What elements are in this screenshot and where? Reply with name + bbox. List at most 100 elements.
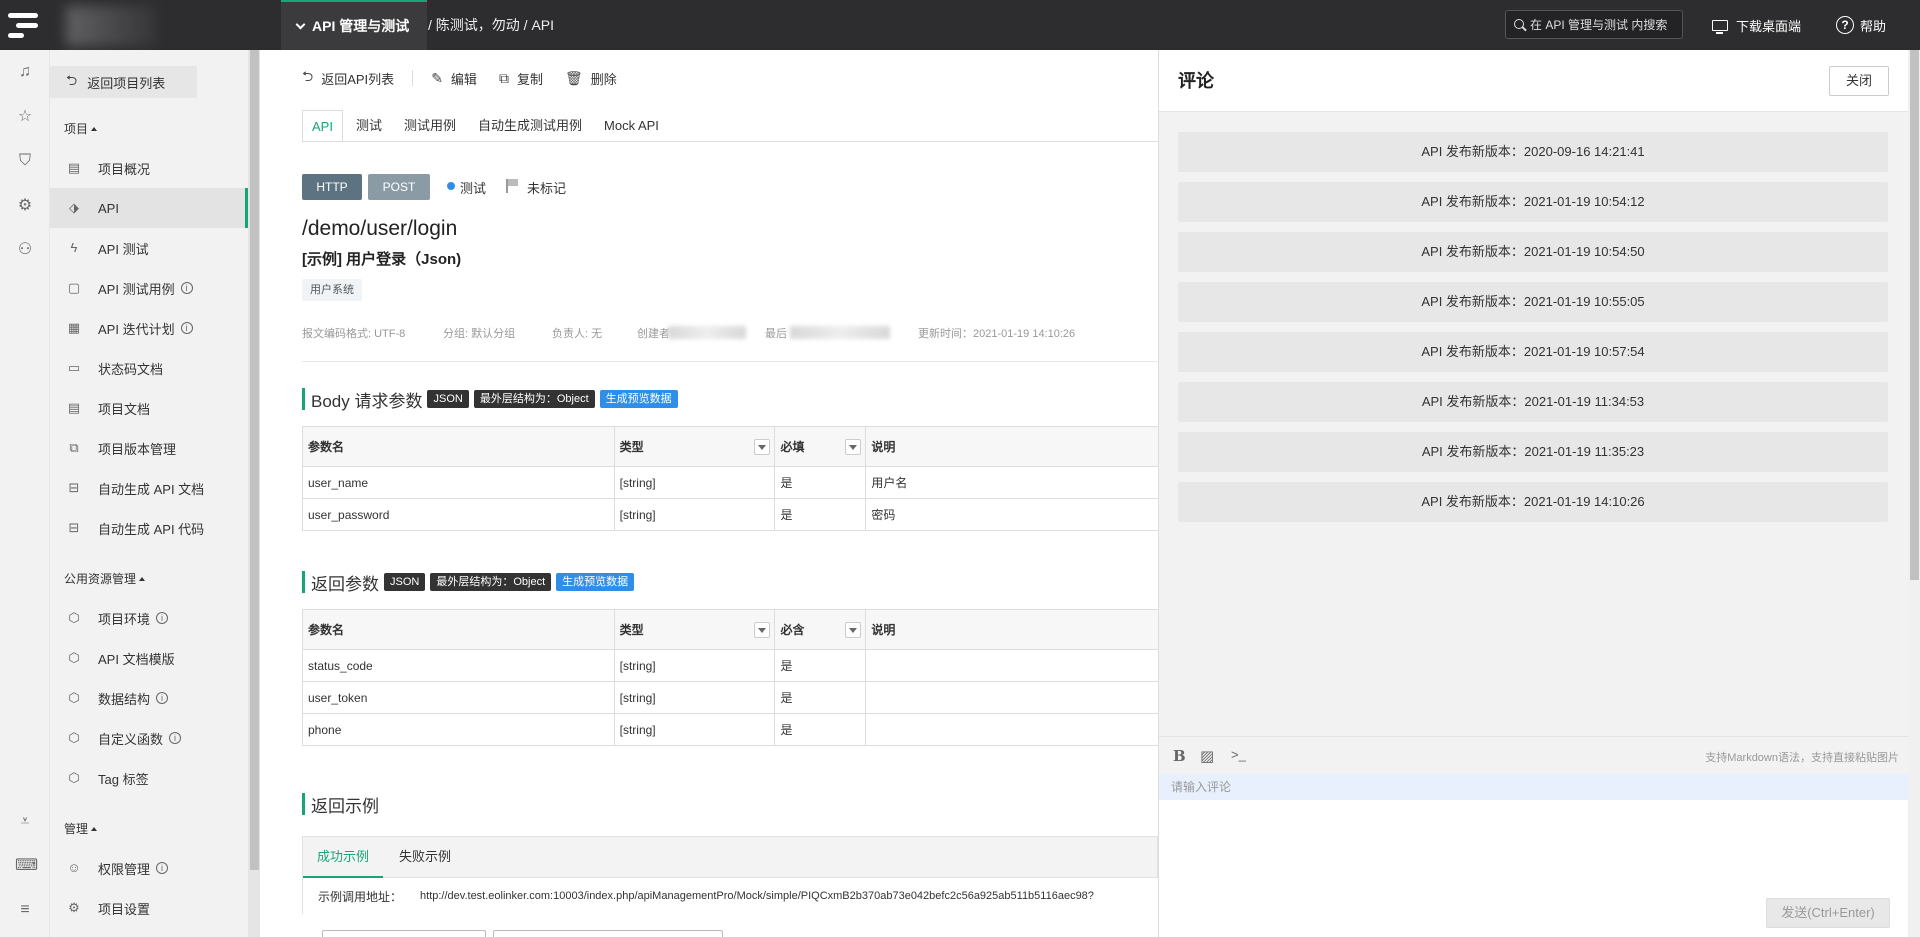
comment-input[interactable] <box>1159 774 1909 800</box>
status-dot-icon <box>447 182 455 190</box>
send-button[interactable]: 发送(Ctrl+Enter) <box>1766 898 1890 928</box>
column-header: 类型 <box>615 610 776 649</box>
tag-icon: ⬗ <box>69 200 79 215</box>
section-project-title[interactable]: 项目 <box>64 120 98 137</box>
pencil-icon: ✎ <box>431 69 443 86</box>
module-label: API 管理与测试 <box>312 18 410 34</box>
monitor-icon <box>1712 19 1728 34</box>
calendar-icon: ▦ <box>67 320 81 335</box>
sidebar-item-iteration[interactable]: ▦ API 迭代计划 i <box>50 308 248 348</box>
keyboard-icon[interactable]: ⌨ <box>15 856 38 876</box>
add-user-icon[interactable]: ⚇ <box>15 240 35 260</box>
cube-icon: ⬡ <box>68 770 80 785</box>
help-label: 帮助 <box>1860 18 1887 34</box>
sidebar-item-status-codes[interactable]: ▭ 状态码文档 <box>50 348 248 388</box>
copy-icon: ⧉ <box>498 69 509 86</box>
filter-dropdown-icon[interactable] <box>845 439 862 455</box>
scrollbar-thumb[interactable] <box>250 50 259 870</box>
document-icon: ▤ <box>67 400 81 415</box>
download-desktop-button[interactable]: 下载桌面端 <box>1712 0 1801 50</box>
api-tabs: API 测试 测试用例 自动生成测试用例 Mock API <box>302 110 672 142</box>
tab-mock-api[interactable]: Mock API <box>595 110 668 142</box>
sidebar-item-api-test[interactable]: ϟ API 测试 <box>50 228 248 268</box>
logo-icon[interactable] <box>8 8 42 42</box>
sidebar-item-api[interactable]: ⬗ API <box>50 188 248 228</box>
table-header: 参数名 类型 必填 说明 <box>303 427 1158 467</box>
module-selector[interactable]: API 管理与测试 <box>281 0 428 50</box>
close-button[interactable]: 关闭 <box>1829 66 1889 96</box>
project-switcher[interactable] <box>66 6 156 46</box>
search-icon <box>1514 18 1526 31</box>
star-icon[interactable]: ☆ <box>15 107 35 127</box>
sidebar-item-doc-templates[interactable]: ⬡ API 文档模版 <box>50 638 248 678</box>
return-icon: ⮌ <box>66 72 78 88</box>
tab-failure-example[interactable]: 失败示例 <box>385 837 465 878</box>
bold-icon[interactable]: B <box>1173 747 1186 765</box>
sidebar-item-settings[interactable]: ⚙ 项目设置 <box>50 888 248 928</box>
info-icon[interactable]: i <box>180 322 193 334</box>
sidebar-item-permissions[interactable]: ☺ 权限管理 i <box>50 848 248 888</box>
filter-dropdown-icon[interactable] <box>845 622 862 638</box>
mark-label[interactable]: 未标记 <box>527 178 566 197</box>
sidebar-item-tags[interactable]: ⬡ Tag 标签 <box>50 758 248 798</box>
tab-test-cases[interactable]: 测试用例 <box>395 110 465 142</box>
search-input[interactable] <box>1530 17 1678 32</box>
sidebar-item-gen-code[interactable]: ⊟ 自动生成 API 代码 <box>50 508 248 548</box>
list-item: API 发布新版本：2021-01-19 10:57:54 <box>1178 332 1888 372</box>
gear-icon[interactable]: ⚙ <box>15 196 35 216</box>
tab-success-example[interactable]: 成功示例 <box>303 837 384 878</box>
collapse-icon[interactable]: ⩡ <box>15 812 35 832</box>
example-action-button[interactable] <box>322 930 486 937</box>
section-resources-title[interactable]: 公用资源管理 <box>64 570 146 587</box>
method-badge: POST <box>368 174 430 200</box>
example-url-row: 示例调用地址： http://dev.test.eolinker.com:100… <box>302 878 1158 914</box>
global-search[interactable] <box>1505 10 1683 39</box>
tab-test[interactable]: 测试 <box>347 110 391 142</box>
info-icon[interactable]: i <box>156 612 169 624</box>
sidebar-item-versions[interactable]: ⧉ 项目版本管理 <box>50 428 248 468</box>
trash-icon: 🗑 <box>564 69 583 86</box>
info-icon[interactable]: i <box>169 732 182 744</box>
filter-dropdown-icon[interactable] <box>754 439 771 455</box>
example-action-button[interactable] <box>493 930 723 937</box>
delete-button[interactable]: 🗑 删除 <box>565 69 617 88</box>
tab-auto-test-cases[interactable]: 自动生成测试用例 <box>469 110 591 142</box>
status-label[interactable]: 测试 <box>460 178 486 197</box>
shirt-icon[interactable]: ⛉ <box>15 151 35 171</box>
copy-button[interactable]: ⧉ 复制 <box>499 69 543 88</box>
sidebar-scrollbar[interactable] <box>248 50 260 937</box>
generate-preview-button[interactable]: 生成预览数据 <box>556 573 635 591</box>
sidebar-item-functions[interactable]: ⬡ 自定义函数 i <box>50 718 248 758</box>
meta-encoding: 报文编码格式: UTF-8 <box>302 328 406 340</box>
sidebar-item-data-structures[interactable]: ⬡ 数据结构 i <box>50 678 248 718</box>
back-to-projects-button[interactable]: ⮌ 返回项目列表 <box>50 66 197 98</box>
sidebar-item-gen-docs[interactable]: ⊟ 自动生成 API 文档 <box>50 468 248 508</box>
image-icon[interactable]: ▨ <box>1200 747 1214 765</box>
example-url[interactable]: http://dev.test.eolinker.com:10003/index… <box>420 890 1094 902</box>
menu-icon[interactable]: ≡ <box>15 900 35 920</box>
info-icon[interactable]: i <box>156 692 169 704</box>
body-params-table: 参数名 类型 必填 说明 user_name [string] 是 用户名 us… <box>302 426 1158 531</box>
info-icon[interactable]: i <box>156 862 169 874</box>
flag-icon[interactable] <box>506 179 518 193</box>
sidebar-item-env[interactable]: ⬡ 项目环境 i <box>50 598 248 638</box>
sidebar-item-project-docs[interactable]: ▤ 项目文档 <box>50 388 248 428</box>
help-button[interactable]: ? 帮助 <box>1836 0 1886 50</box>
protocol-badge: HTTP <box>302 174 362 200</box>
info-icon[interactable]: i <box>180 282 193 294</box>
drawer-scrollbar[interactable] <box>1908 50 1920 937</box>
note-icon: ▭ <box>67 360 81 375</box>
scrollbar-thumb[interactable] <box>1910 50 1919 580</box>
redacted-editor <box>790 326 890 339</box>
code-icon[interactable]: >_ <box>1231 747 1246 762</box>
filter-dropdown-icon[interactable] <box>754 622 771 638</box>
sidebar-item-overview[interactable]: ▤ 项目概况 <box>50 148 248 188</box>
generate-preview-button[interactable]: 生成预览数据 <box>599 390 678 408</box>
sidebar-item-test-cases[interactable]: ▢ API 测试用例 i <box>50 268 248 308</box>
edit-button[interactable]: ✎ 编辑 <box>431 69 477 88</box>
drawer-header: 评论 关闭 <box>1159 50 1909 112</box>
section-manage-title[interactable]: 管理 <box>64 820 98 837</box>
back-to-api-list-button[interactable]: ⮌ 返回API列表 <box>302 66 394 90</box>
tab-api[interactable]: API <box>302 110 343 142</box>
bell-icon[interactable]: ♫ <box>15 62 35 82</box>
